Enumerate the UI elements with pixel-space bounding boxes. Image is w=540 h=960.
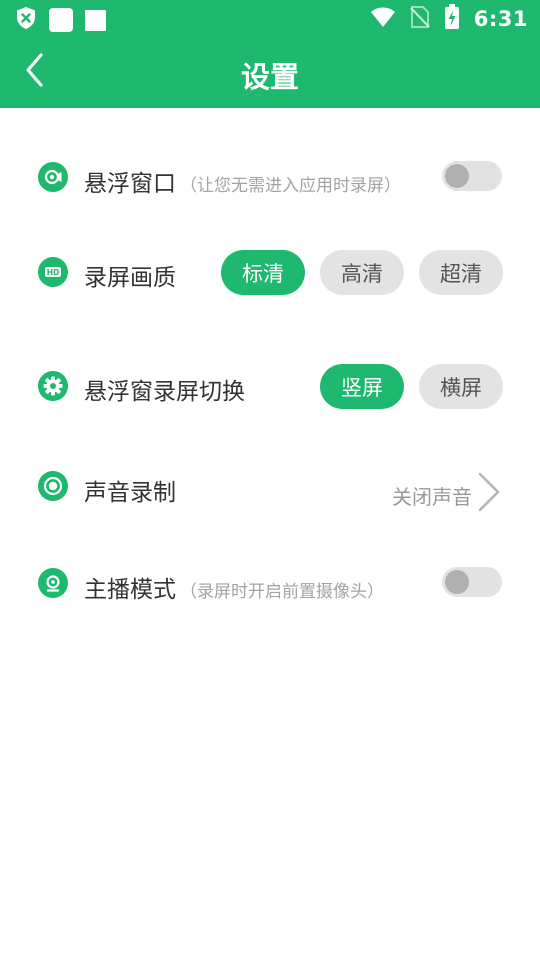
orientation-option-landscape[interactable]: 横屏: [419, 364, 503, 409]
shield-icon: [15, 6, 37, 34]
anchor-mode-label: 主播模式: [84, 577, 176, 603]
svg-text:HD: HD: [47, 268, 60, 277]
anchor-mode-hint: （录屏时开启前置摄像头）: [180, 582, 384, 602]
webcam-icon: [38, 568, 68, 598]
floating-window-hint: （让您无需进入应用时录屏）: [180, 176, 401, 196]
quality-label: 录屏画质: [84, 265, 176, 291]
record-camera-icon: [38, 162, 68, 192]
toggle-knob: [445, 570, 469, 594]
square-notification-icon: [85, 9, 106, 31]
app-notification-icon: [49, 8, 73, 32]
app-bar: 设置: [0, 36, 540, 108]
record-dot-icon: [38, 471, 68, 501]
chevron-right-icon[interactable]: [476, 471, 502, 517]
quality-option-uhd[interactable]: 超清: [419, 250, 503, 295]
floating-window-label: 悬浮窗口: [84, 171, 176, 197]
status-right-icons: 6:31: [370, 4, 528, 34]
wifi-icon: [370, 6, 396, 32]
hd-icon: HD: [38, 257, 68, 287]
quality-option-sd[interactable]: 标清: [221, 250, 305, 295]
floating-window-label-group: 悬浮窗口 （让您无需进入应用时录屏）: [84, 164, 401, 198]
top-bar: 6:31 设置: [0, 0, 540, 108]
status-time: 6:31: [473, 7, 528, 31]
setting-floating-window: 悬浮窗口 （让您无需进入应用时录屏）: [0, 160, 540, 200]
no-sim-icon: [410, 5, 430, 33]
battery-charging-icon: [444, 4, 460, 34]
setting-anchor-mode: 主播模式 （录屏时开启前置摄像头）: [0, 566, 540, 606]
orientation-label: 悬浮窗录屏切换: [84, 379, 245, 405]
floating-window-toggle[interactable]: [442, 161, 502, 191]
audio-label: 声音录制: [84, 480, 176, 506]
anchor-mode-toggle[interactable]: [442, 567, 502, 597]
setting-quality: HD 录屏画质 标清 高清 超清: [0, 250, 540, 295]
toggle-knob: [445, 164, 469, 188]
anchor-mode-label-group: 主播模式 （录屏时开启前置摄像头）: [84, 570, 384, 604]
orientation-option-portrait[interactable]: 竖屏: [320, 364, 404, 409]
setting-orientation: 悬浮窗录屏切换 竖屏 横屏: [0, 364, 540, 409]
setting-audio: 声音录制 关闭声音: [0, 468, 540, 516]
page-title: 设置: [240, 60, 299, 94]
status-bar: 6:31: [0, 0, 540, 36]
quality-option-hd[interactable]: 高清: [320, 250, 404, 295]
audio-value[interactable]: 关闭声音: [392, 481, 472, 510]
gear-icon: [38, 371, 68, 401]
status-left-icons: [15, 6, 106, 34]
